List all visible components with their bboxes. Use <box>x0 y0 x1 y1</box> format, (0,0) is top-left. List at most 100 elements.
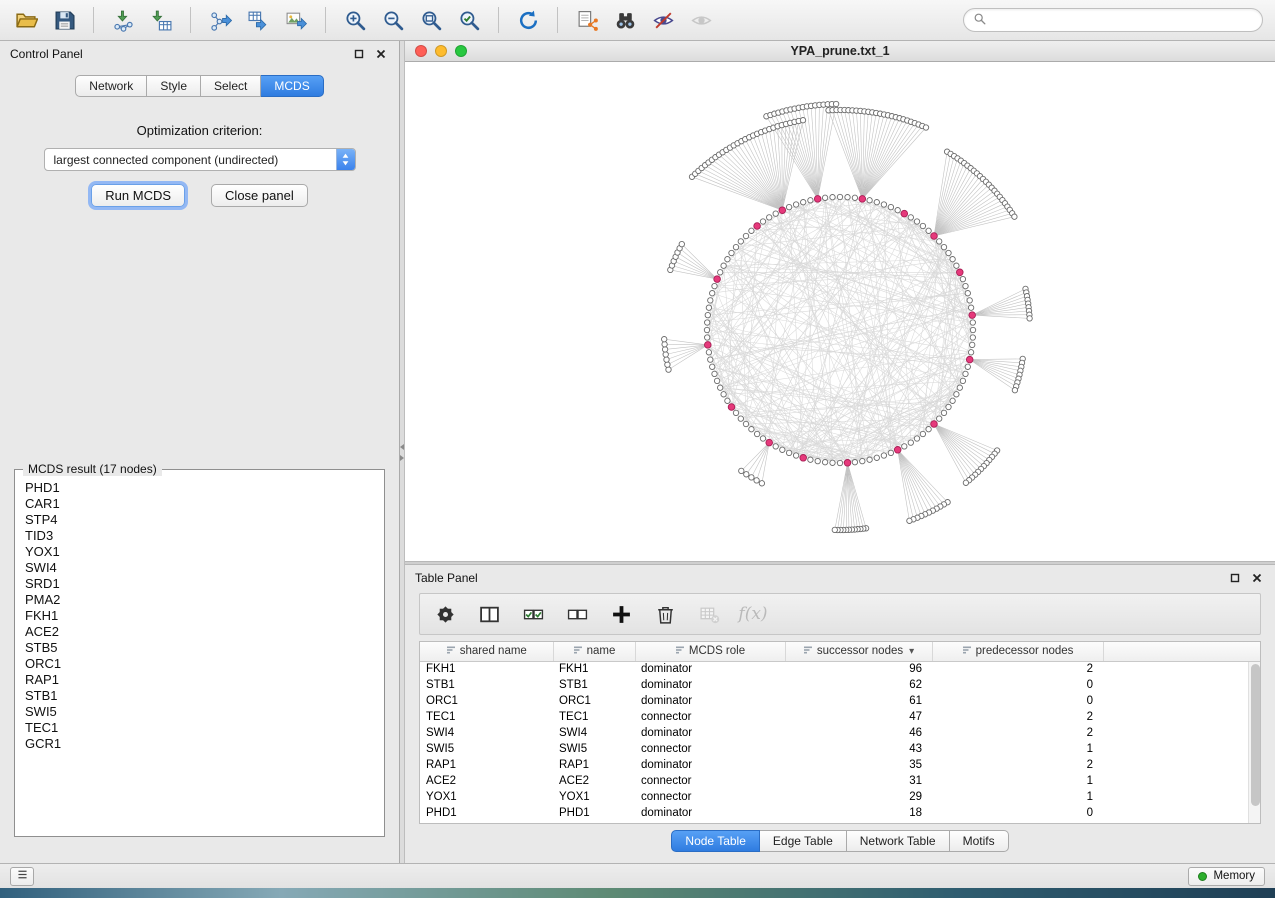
tab-style[interactable]: Style <box>147 75 201 97</box>
mcds-result-item[interactable]: STB5 <box>25 640 374 656</box>
table-row[interactable]: SWI4SWI4dominator462 <box>420 725 1260 741</box>
cell-successor-nodes[interactable]: 47 <box>785 709 932 725</box>
share-document-button[interactable] <box>569 4 605 36</box>
mcds-result-item[interactable]: YOX1 <box>25 544 374 560</box>
cell-name[interactable]: TEC1 <box>553 709 635 725</box>
column-header-successor-nodes[interactable]: successor nodes▾ <box>785 642 932 661</box>
cell-successor-nodes[interactable]: 43 <box>785 741 932 757</box>
cell-predecessor-nodes[interactable]: 0 <box>932 693 1103 709</box>
cell-mcds-role[interactable]: connector <box>635 741 785 757</box>
cell-successor-nodes[interactable]: 46 <box>785 725 932 741</box>
mcds-result-item[interactable]: SRD1 <box>25 576 374 592</box>
close-window-button[interactable] <box>415 45 427 57</box>
cell-mcds-role[interactable]: dominator <box>635 757 785 773</box>
cell-name[interactable]: RAP1 <box>553 757 635 773</box>
mcds-result-item[interactable]: STP4 <box>25 512 374 528</box>
cell-successor-nodes[interactable]: 18 <box>785 805 932 821</box>
cell-name[interactable]: STB1 <box>553 677 635 693</box>
cell-predecessor-nodes[interactable]: 1 <box>932 789 1103 805</box>
table-scrollbar-thumb[interactable] <box>1251 664 1260 806</box>
cell-shared-name[interactable]: RAP1 <box>420 757 553 773</box>
open-button[interactable] <box>8 4 44 36</box>
table-row[interactable]: TEC1TEC1connector472 <box>420 709 1260 725</box>
zoom-selected-button[interactable] <box>451 4 487 36</box>
network-canvas[interactable] <box>405 62 1275 561</box>
cell-shared-name[interactable]: SWI4 <box>420 725 553 741</box>
zoom-out-button[interactable] <box>375 4 411 36</box>
add-button[interactable] <box>606 599 636 629</box>
columns-button[interactable] <box>474 599 504 629</box>
cell-mcds-role[interactable]: dominator <box>635 677 785 693</box>
tab-motifs[interactable]: Motifs <box>950 830 1009 852</box>
search-input[interactable] <box>992 13 1253 27</box>
cell-successor-nodes[interactable]: 96 <box>785 661 932 677</box>
tab-network-table[interactable]: Network Table <box>847 830 950 852</box>
column-header-predecessor-nodes[interactable]: predecessor nodes <box>932 642 1103 661</box>
mcds-result-item[interactable]: SWI5 <box>25 704 374 720</box>
cell-predecessor-nodes[interactable]: 2 <box>932 757 1103 773</box>
cell-successor-nodes[interactable]: 31 <box>785 773 932 789</box>
zoom-fit-button[interactable] <box>413 4 449 36</box>
export-table-button[interactable] <box>240 4 276 36</box>
cell-mcds-role[interactable]: dominator <box>635 661 785 677</box>
cell-predecessor-nodes[interactable]: 1 <box>932 741 1103 757</box>
hide-details-button[interactable] <box>645 4 681 36</box>
mcds-result-item[interactable]: TEC1 <box>25 720 374 736</box>
mcds-result-item[interactable]: ORC1 <box>25 656 374 672</box>
mcds-result-item[interactable]: STB1 <box>25 688 374 704</box>
memory-button[interactable]: Memory <box>1188 867 1265 886</box>
close-table-panel-button[interactable] <box>1249 570 1265 586</box>
cell-mcds-role[interactable]: dominator <box>635 693 785 709</box>
cell-successor-nodes[interactable]: 29 <box>785 789 932 805</box>
save-button[interactable] <box>46 4 82 36</box>
float-table-panel-button[interactable] <box>1227 570 1243 586</box>
cell-predecessor-nodes[interactable]: 2 <box>932 661 1103 677</box>
cell-name[interactable]: FKH1 <box>553 661 635 677</box>
cell-predecessor-nodes[interactable]: 0 <box>932 677 1103 693</box>
cell-predecessor-nodes[interactable]: 2 <box>932 709 1103 725</box>
cell-predecessor-nodes[interactable]: 0 <box>932 805 1103 821</box>
mcds-result-item[interactable]: CAR1 <box>25 496 374 512</box>
cell-successor-nodes[interactable]: 62 <box>785 677 932 693</box>
cell-mcds-role[interactable]: dominator <box>635 725 785 741</box>
mcds-result-item[interactable]: TID3 <box>25 528 374 544</box>
delete-button[interactable] <box>650 599 680 629</box>
column-header-shared-name[interactable]: shared name <box>420 642 553 661</box>
deselect-all-button[interactable] <box>562 599 592 629</box>
show-details-button[interactable] <box>683 4 719 36</box>
select-all-button[interactable] <box>518 599 548 629</box>
cell-name[interactable]: SWI5 <box>553 741 635 757</box>
export-network-button[interactable] <box>202 4 238 36</box>
cell-mcds-role[interactable]: connector <box>635 789 785 805</box>
table-scrollbar[interactable] <box>1248 662 1260 823</box>
optimization-criterion-select[interactable]: largest connected component (undirected) <box>44 148 356 171</box>
run-mcds-button[interactable]: Run MCDS <box>91 184 185 207</box>
table-row[interactable]: ORC1ORC1dominator610 <box>420 693 1260 709</box>
import-network-button[interactable] <box>105 4 141 36</box>
function-button[interactable]: f(x) <box>738 599 768 629</box>
cell-mcds-role[interactable]: connector <box>635 709 785 725</box>
tab-network[interactable]: Network <box>75 75 147 97</box>
table-row[interactable]: STB1STB1dominator620 <box>420 677 1260 693</box>
gear-button[interactable] <box>430 599 460 629</box>
cell-mcds-role[interactable]: connector <box>635 773 785 789</box>
minimize-window-button[interactable] <box>435 45 447 57</box>
cell-predecessor-nodes[interactable]: 2 <box>932 725 1103 741</box>
cell-shared-name[interactable]: ORC1 <box>420 693 553 709</box>
table-row[interactable]: ACE2ACE2connector311 <box>420 773 1260 789</box>
tab-node-table[interactable]: Node Table <box>671 830 760 852</box>
network-window-titlebar[interactable]: YPA_prune.txt_1 <box>405 41 1275 62</box>
binoculars-button[interactable] <box>607 4 643 36</box>
cell-mcds-role[interactable]: dominator <box>635 805 785 821</box>
cell-shared-name[interactable]: TEC1 <box>420 709 553 725</box>
zoom-window-button[interactable] <box>455 45 467 57</box>
cell-predecessor-nodes[interactable]: 1 <box>932 773 1103 789</box>
cell-successor-nodes[interactable]: 35 <box>785 757 932 773</box>
cell-shared-name[interactable]: STB1 <box>420 677 553 693</box>
refresh-button[interactable] <box>510 4 546 36</box>
float-panel-button[interactable] <box>351 46 367 62</box>
import-table-button[interactable] <box>143 4 179 36</box>
zoom-in-button[interactable] <box>337 4 373 36</box>
clear-table-button[interactable] <box>694 599 724 629</box>
close-panel-button-mcds[interactable]: Close panel <box>211 184 308 207</box>
